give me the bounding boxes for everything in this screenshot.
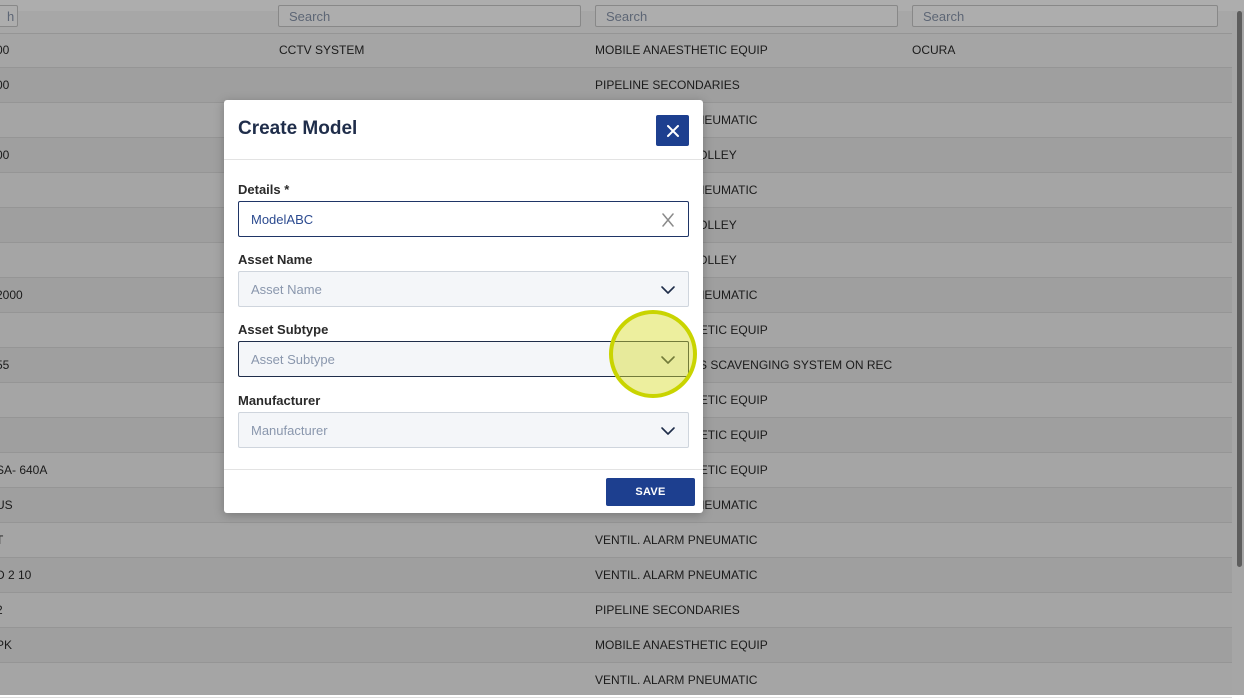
chevron-down-icon bbox=[661, 427, 675, 435]
manufacturer-select[interactable]: Manufacturer bbox=[238, 412, 689, 448]
dialog-footer-divider bbox=[224, 469, 703, 470]
asset-name-placeholder: Asset Name bbox=[251, 282, 322, 297]
chevron-down-icon bbox=[661, 286, 675, 294]
asset-subtype-placeholder: Asset Subtype bbox=[251, 352, 335, 367]
details-value: ModelABC bbox=[251, 212, 314, 227]
close-icon bbox=[666, 124, 679, 137]
save-button[interactable]: SAVE bbox=[606, 478, 695, 506]
dialog-header: Create Model bbox=[224, 100, 703, 160]
click-indicator bbox=[609, 310, 697, 398]
details-field[interactable]: ModelABC bbox=[238, 201, 689, 237]
manufacturer-label: Manufacturer bbox=[238, 393, 321, 408]
details-label: Details * bbox=[238, 182, 290, 197]
close-button[interactable] bbox=[656, 115, 689, 146]
clear-icon[interactable] bbox=[660, 213, 676, 227]
asset-name-label: Asset Name bbox=[238, 252, 313, 267]
asset-subtype-label: Asset Subtype bbox=[238, 322, 329, 337]
dialog-title: Create Model bbox=[238, 118, 358, 139]
manufacturer-placeholder: Manufacturer bbox=[251, 423, 328, 438]
create-model-dialog: Create Model Details * ModelABC Asset Na… bbox=[224, 100, 703, 513]
asset-name-select[interactable]: Asset Name bbox=[238, 271, 689, 307]
